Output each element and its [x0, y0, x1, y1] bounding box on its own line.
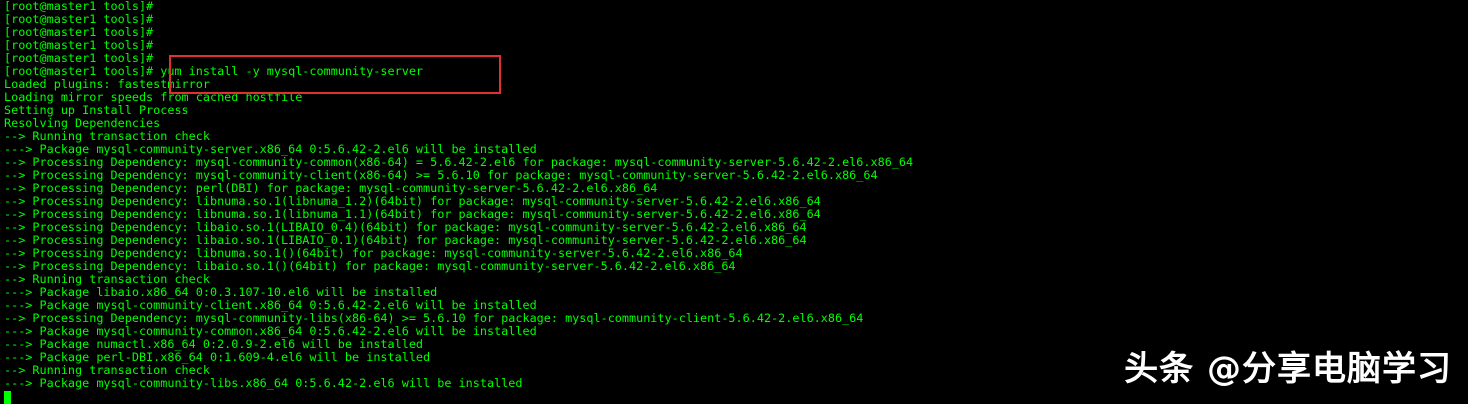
terminal-cursor[interactable]: [4, 391, 11, 404]
terminal-line: [root@master1 tools]#: [4, 0, 154, 13]
terminal-line: --> Processing Dependency: libaio.so.1()…: [4, 259, 736, 273]
terminal-line: [root@master1 tools]#: [4, 25, 154, 39]
terminal-line: [root@master1 tools]#: [4, 12, 154, 26]
command-line: [root@master1 tools]# yum install -y mys…: [4, 64, 424, 78]
terminal-line: Loading mirror speeds from cached hostfi…: [4, 90, 303, 104]
terminal-output: [root@master1 tools]# [root@master1 tool…: [4, 0, 1464, 390]
terminal-line: Resolving Dependencies: [4, 116, 161, 130]
terminal-line: [root@master1 tools]#: [4, 38, 154, 52]
terminal-window[interactable]: { "terminal": { "lines": [ "[root@master…: [0, 0, 1468, 404]
terminal-line: Setting up Install Process: [4, 103, 189, 117]
watermark-text: 头条 @分享电脑学习: [1124, 349, 1452, 389]
